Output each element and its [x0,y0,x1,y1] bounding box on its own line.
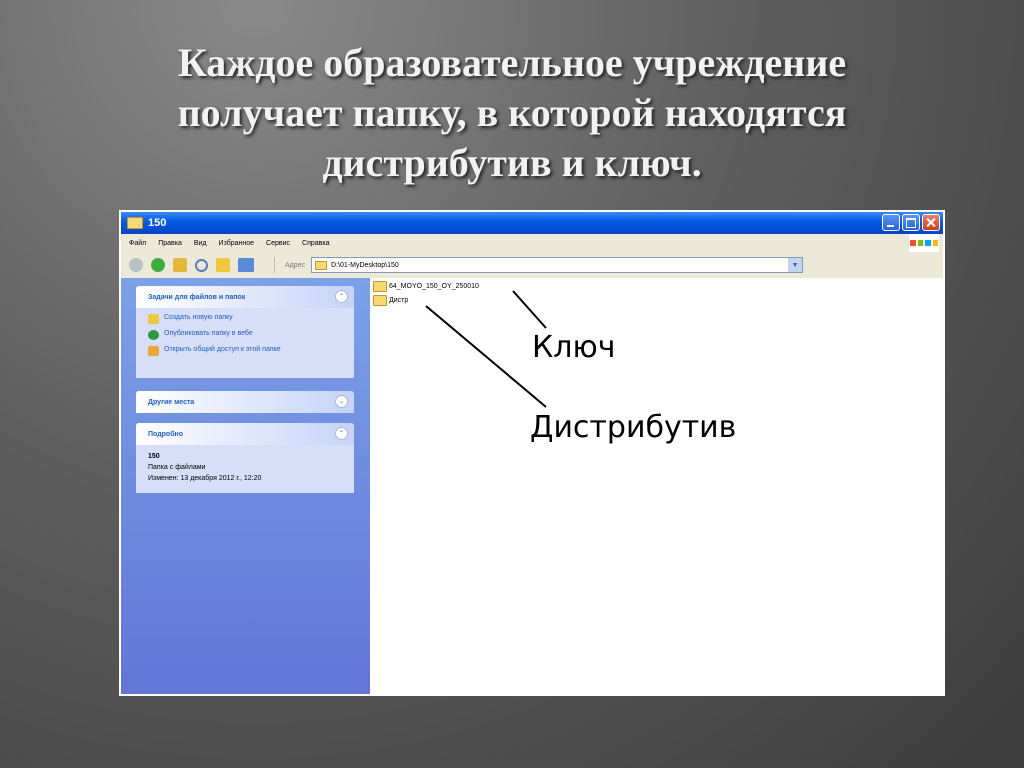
annotation-lines [425,290,547,408]
distrib-pointer-line [425,305,547,408]
key-annotation: Ключ [532,330,616,365]
key-pointer-line [512,290,547,329]
distrib-annotation: Дистрибутив [530,410,737,445]
